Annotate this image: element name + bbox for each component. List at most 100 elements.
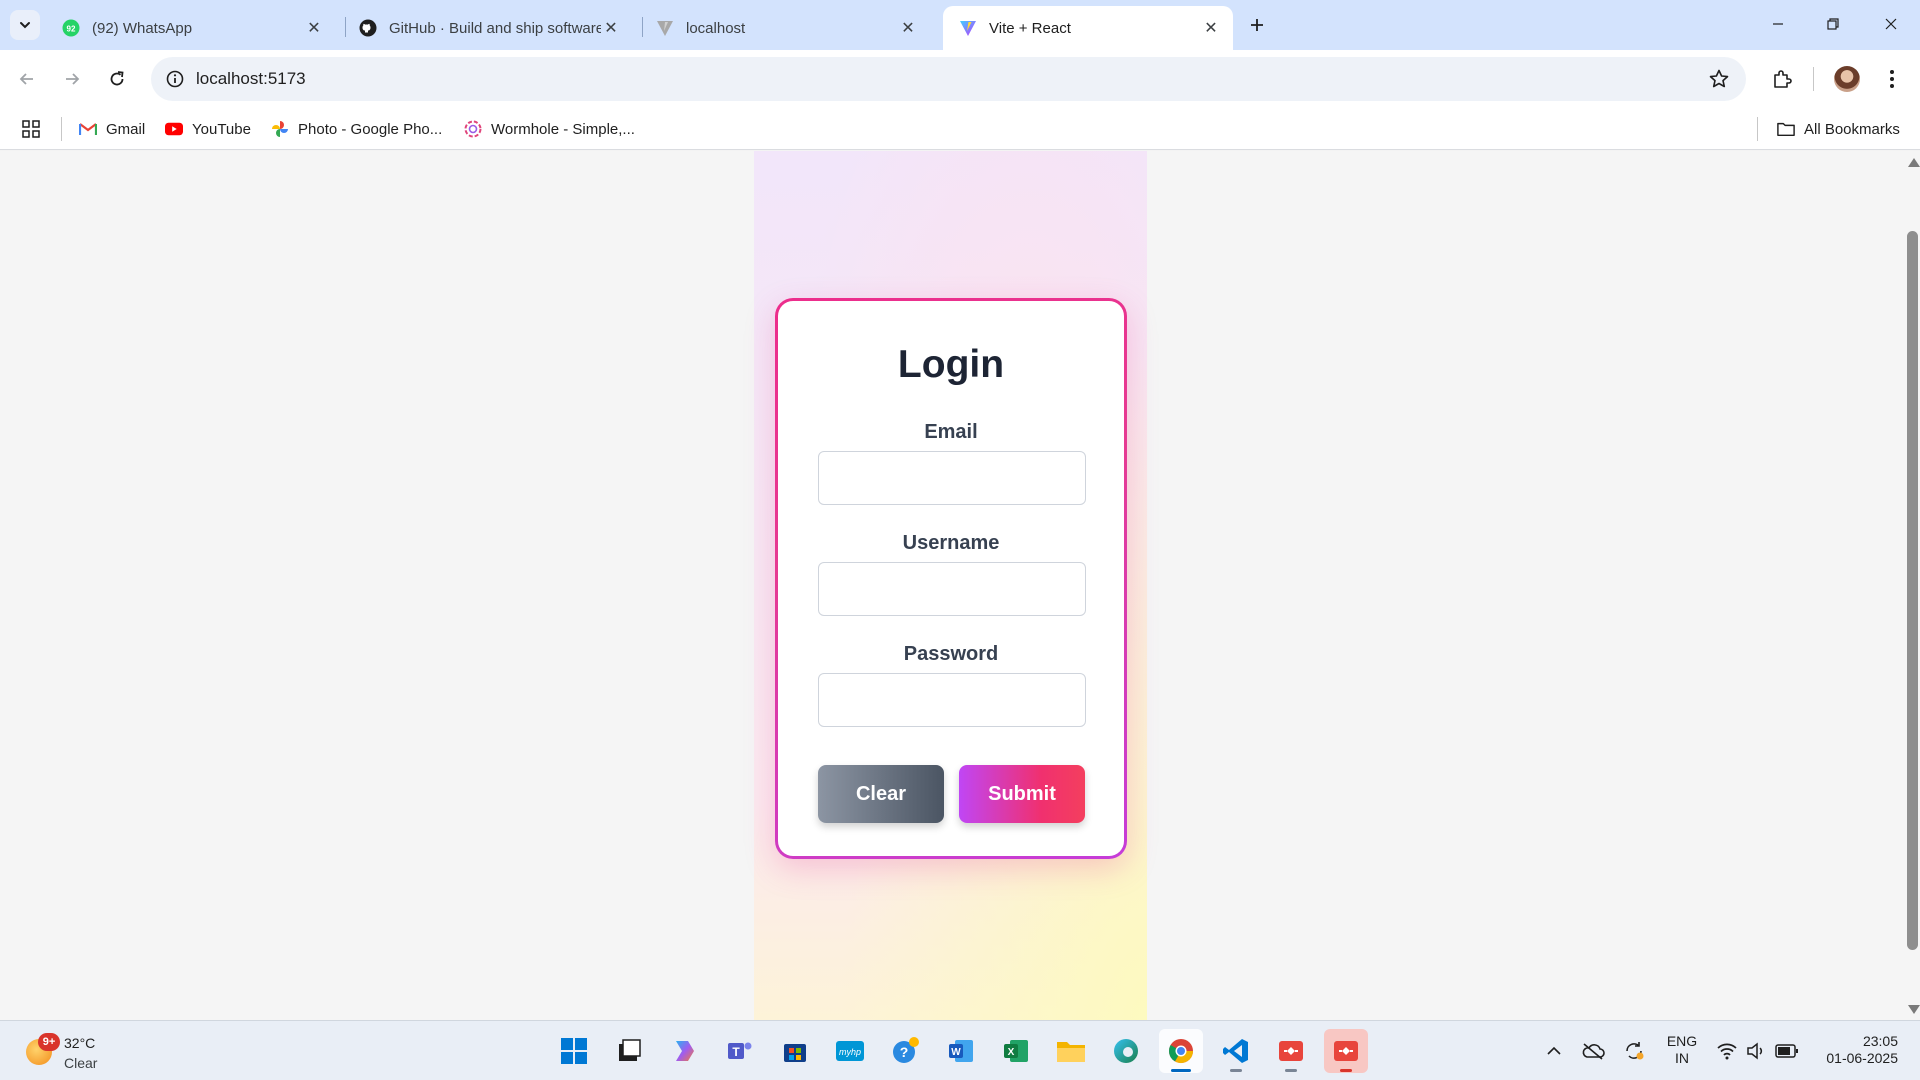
weather-widget[interactable]: 9+ 32°C Clear [22,1029,142,1073]
get-help-icon[interactable]: ? [884,1029,928,1073]
password-field[interactable] [818,673,1086,727]
email-label: Email [924,421,978,443]
tab-localhost[interactable]: localhost ✕ [640,6,930,50]
close-tab-icon[interactable]: ✕ [304,18,324,38]
bookmarks-divider [61,117,62,141]
show-hidden-icons-button[interactable] [1542,1035,1566,1067]
email-field[interactable] [818,451,1086,505]
onedrive-icon[interactable] [1580,1035,1606,1067]
bookmark-wormhole[interactable]: Wormhole - Simple,... [464,118,635,140]
git-icon[interactable] [1269,1029,1313,1073]
bookmarks-bar: Gmail YouTube Photo - Google Pho... Worm… [0,108,1920,150]
svg-text:?: ? [900,1044,909,1060]
vite-icon [656,19,674,37]
new-tab-button[interactable] [1243,11,1271,39]
chevron-down-icon [20,22,30,29]
vite-icon [959,19,977,37]
language-indicator[interactable]: ENG IN [1662,1033,1702,1067]
close-icon [1885,18,1897,30]
gmail-icon [79,120,97,138]
wifi-icon[interactable] [1714,1035,1740,1067]
close-tab-icon[interactable]: ✕ [601,18,621,38]
vertical-scrollbar[interactable] [1905,151,1920,1020]
apps-button[interactable] [22,118,40,140]
word-icon[interactable]: W [939,1029,983,1073]
svg-text:W: W [951,1047,961,1058]
minimize-button[interactable] [1758,8,1798,40]
username-label: Username [902,532,1000,554]
scroll-up-arrow-icon[interactable] [1908,158,1920,167]
chrome-icon[interactable] [1159,1029,1203,1073]
tab-vite-react[interactable]: Vite + React ✕ [943,6,1233,50]
more-vertical-icon [1890,70,1894,88]
weather-temperature: 32°C [64,1035,96,1051]
bookmarks-divider [1757,117,1758,141]
copilot-icon[interactable] [662,1029,706,1073]
address-bar[interactable]: localhost:5173 [151,57,1746,101]
close-tab-icon[interactable]: ✕ [1201,18,1221,38]
language-code: ENG [1666,1033,1698,1049]
profile-button[interactable] [1830,62,1864,96]
scrollbar-thumb[interactable] [1907,231,1918,950]
whatsapp-icon: 92 [62,19,80,37]
bookmark-label: Photo - Google Pho... [298,120,443,138]
clock-time: 23:05 [1862,1033,1898,1049]
all-bookmarks-label: All Bookmarks [1804,120,1900,138]
tab-title: localhost [686,19,746,37]
back-button[interactable] [10,62,44,96]
battery-icon[interactable] [1773,1035,1801,1067]
menu-button[interactable] [1875,62,1909,96]
apps-grid-icon [22,120,40,138]
username-field[interactable] [818,562,1086,616]
wormhole-icon [464,120,482,138]
tab-github[interactable]: GitHub · Build and ship software ✕ [343,6,633,50]
tab-strip: 92 (92) WhatsApp ✕ GitHub · Build and sh… [0,0,1920,50]
login-title: Login [897,343,1005,386]
forward-button[interactable] [55,62,89,96]
avatar [1834,66,1860,92]
bookmark-star-icon[interactable] [1708,68,1730,90]
reload-icon [110,71,124,86]
vscode-icon[interactable] [1214,1029,1258,1073]
extensions-button[interactable] [1765,62,1799,96]
close-window-button[interactable] [1871,8,1911,40]
puzzle-icon [1774,70,1792,88]
tab-search-button[interactable] [10,10,40,40]
all-bookmarks-button[interactable]: All Bookmarks [1777,118,1900,140]
forward-arrow-icon [66,73,80,85]
submit-button[interactable]: Submit [959,765,1085,823]
file-explorer-icon[interactable] [1049,1029,1093,1073]
close-tab-icon[interactable]: ✕ [898,18,918,38]
bookmark-youtube[interactable]: YouTube [165,118,251,140]
myhp-icon[interactable]: myhp [828,1029,872,1073]
excel-icon[interactable]: X [994,1029,1038,1073]
google-photos-icon [271,120,289,138]
bookmark-gmail[interactable]: Gmail [79,118,145,140]
restore-button[interactable] [1813,8,1853,40]
edge-icon[interactable] [1104,1029,1148,1073]
scroll-down-arrow-icon[interactable] [1908,1005,1920,1014]
sync-icon[interactable] [1621,1035,1647,1067]
volume-icon[interactable] [1743,1035,1769,1067]
svg-text:T: T [732,1045,740,1059]
url-text[interactable]: localhost:5173 [196,69,306,89]
site-info-icon[interactable] [164,68,186,90]
teams-icon[interactable]: T [718,1029,762,1073]
clock-date: 01-06-2025 [1826,1050,1898,1066]
toolbar-divider [1813,67,1814,91]
minimize-icon [1773,23,1783,25]
tab-title: (92) WhatsApp [92,19,193,37]
git-icon[interactable] [1324,1029,1368,1073]
back-arrow-icon [19,73,33,85]
store-icon[interactable] [773,1029,817,1073]
task-view-icon[interactable] [607,1029,651,1073]
bookmark-google-photos[interactable]: Photo - Google Pho... [271,118,442,140]
svg-text:myhp: myhp [839,1047,861,1057]
taskbar: 9+ 32°C Clear T myhp ? W X ENG IN 23:05 … [0,1020,1920,1080]
login-card: Login Email Username Password Clear Subm… [775,298,1127,859]
system-clock[interactable]: 23:05 01-06-2025 [1808,1033,1898,1067]
windows-start-icon[interactable] [552,1029,596,1073]
clear-button[interactable]: Clear [818,765,944,823]
tab-whatsapp[interactable]: 92 (92) WhatsApp ✕ [46,6,336,50]
reload-button[interactable] [100,62,134,96]
